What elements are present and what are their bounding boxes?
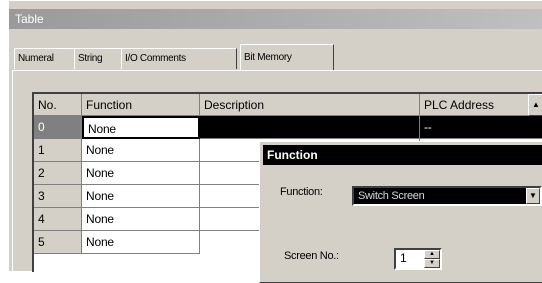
table-cell-description[interactable] [200, 116, 420, 139]
table-row-number[interactable]: 0 [34, 116, 82, 139]
spin-up-icon[interactable]: ▲ [424, 250, 440, 259]
table-row-number[interactable]: 1 [34, 139, 82, 162]
screen-no-label: Screen No.: [284, 250, 339, 262]
chevron-down-icon[interactable]: ▼ [526, 188, 540, 204]
table-cell-function[interactable]: None [82, 139, 200, 162]
column-header-plc-address: PLC Address [420, 94, 530, 116]
function-label: Function: [280, 186, 323, 198]
column-header-no: No. [34, 94, 82, 116]
function-select[interactable]: Switch Screen ▼ [352, 186, 542, 206]
table-cell-function[interactable]: None [82, 208, 200, 231]
table-cell-function[interactable]: None [82, 185, 200, 208]
function-select-value: Switch Screen [358, 190, 425, 202]
arrow-up-icon[interactable]: ▲ [528, 94, 542, 116]
column-header-function: Function [82, 94, 200, 116]
table-cell-plc-address[interactable]: -- [420, 116, 542, 139]
spin-down-icon[interactable]: ▼ [424, 259, 440, 268]
dialog-title: Function [263, 145, 542, 165]
table-row-number[interactable]: 2 [34, 162, 82, 185]
screen-no-value[interactable]: 1 [400, 251, 407, 265]
tab-io-comments[interactable]: I/O Comments [121, 48, 237, 69]
table-cell-function[interactable]: None [82, 231, 200, 254]
table-row-number[interactable]: 5 [34, 231, 82, 254]
table-cell-function[interactable]: None [82, 116, 200, 139]
function-dialog: Function Function: Switch Screen ▼ Scree… [259, 141, 542, 283]
tab-bit-memory[interactable]: Bit Memory [240, 44, 334, 70]
column-header-description: Description [200, 94, 420, 116]
tab-numeral[interactable]: Numeral [14, 48, 75, 69]
tab-string[interactable]: String [74, 48, 122, 69]
window-title: Table [9, 9, 542, 29]
table-row-number[interactable]: 3 [34, 185, 82, 208]
screen-no-spinner[interactable]: 1 ▲ ▼ [394, 248, 442, 270]
table-cell-function[interactable]: None [82, 162, 200, 185]
table-row-number[interactable]: 4 [34, 208, 82, 231]
